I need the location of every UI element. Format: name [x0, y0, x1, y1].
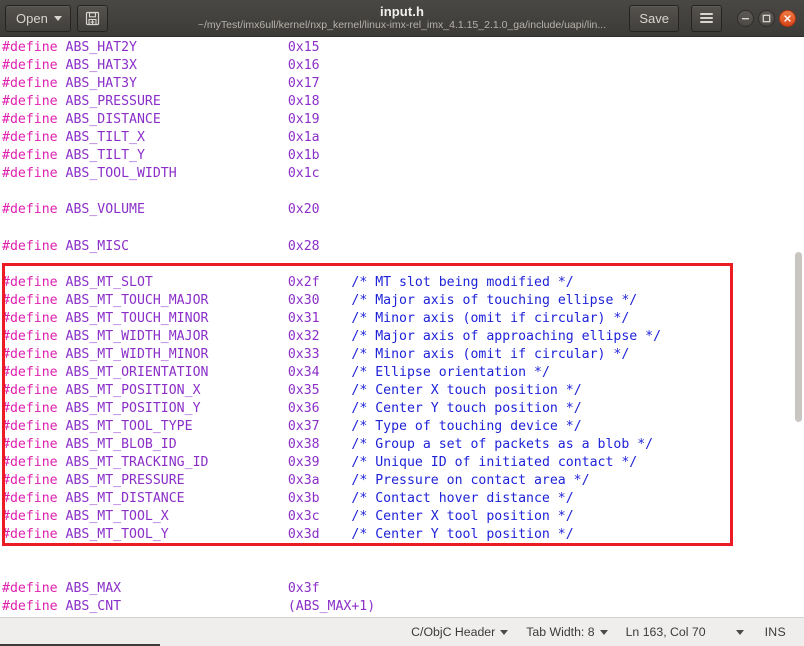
- code-line: #define ABS_MT_WIDTH_MINOR 0x33 /* Minor…: [2, 346, 630, 362]
- code-line: #define ABS_MT_TOOL_X 0x3c /* Center X t…: [2, 509, 574, 525]
- gedit-window: Open input.h ~/myTest/imx6ull/kernel/nxp…: [0, 0, 804, 646]
- save-as-button[interactable]: [76, 4, 108, 32]
- cursor-position-label: Ln 163, Col 70: [625, 625, 706, 639]
- chevron-down-icon: [735, 629, 744, 635]
- code-line: #define ABS_MT_TOUCH_MAJOR 0x30 /* Major…: [2, 292, 638, 308]
- code-line: #define ABS_MT_TRACKING_ID 0x39 /* Uniqu…: [2, 455, 638, 471]
- language-selector[interactable]: C/ObjC Header: [402, 618, 517, 646]
- close-button[interactable]: [779, 9, 796, 27]
- code-line: #define ABS_HAT2Y 0x15: [2, 40, 320, 55]
- open-button[interactable]: Open: [5, 4, 71, 32]
- code-line: #define ABS_MT_PRESSURE 0x3a /* Pressure…: [2, 473, 590, 489]
- code-line: #define ABS_HAT3Y 0x17: [2, 76, 320, 92]
- chevron-down-icon: [500, 629, 509, 635]
- code-line: #define ABS_DISTANCE 0x19: [2, 112, 320, 128]
- code-line: #define ABS_MAX 0x3f: [2, 581, 320, 597]
- code-line: #define ABS_MT_SLOT 0x2f /* MT slot bein…: [2, 274, 574, 290]
- close-icon: [784, 14, 791, 22]
- insert-mode-label: INS: [764, 625, 786, 639]
- tab-width-selector[interactable]: Tab Width: 8: [517, 618, 616, 646]
- statusbar: C/ObjC Header Tab Width: 8 Ln 163, Col 7…: [0, 617, 804, 646]
- code-line: #define ABS_PRESSURE 0x18: [2, 94, 320, 110]
- code-line: #define ABS_CNT (ABS_MAX+1): [2, 599, 376, 615]
- code-line: #define ABS_MT_BLOB_ID 0x38 /* Group a s…: [2, 437, 654, 453]
- open-button-label: Open: [16, 10, 48, 26]
- code-line: #define ABS_MT_TOUCH_MINOR 0x31 /* Minor…: [2, 310, 630, 326]
- maximize-button[interactable]: [758, 9, 775, 27]
- code-line: #define ABS_MT_WIDTH_MAJOR 0x32 /* Major…: [2, 328, 662, 344]
- code-line: #define ABS_VOLUME 0x20: [2, 202, 320, 218]
- code-line: #define ABS_MT_TOOL_Y 0x3d /* Center Y t…: [2, 527, 574, 543]
- scrollbar-thumb[interactable]: [795, 252, 802, 422]
- tab-width-label: Tab Width: 8: [526, 625, 595, 639]
- code-line: #define ABS_TILT_Y 0x1b: [2, 148, 320, 164]
- chevron-down-icon: [599, 629, 608, 635]
- chevron-down-icon: [53, 15, 62, 21]
- save-button-label: Save: [639, 10, 669, 26]
- code-line: #define ABS_MT_POSITION_Y 0x36 /* Center…: [2, 400, 582, 416]
- titlebar: Open input.h ~/myTest/imx6ull/kernel/nxp…: [0, 0, 804, 37]
- maximize-icon: [762, 14, 771, 22]
- save-button[interactable]: Save: [629, 4, 679, 32]
- source-code-view[interactable]: #define ABS_HAT2Y 0x15 #define ABS_HAT3X …: [0, 37, 804, 617]
- code-line: #define ABS_MT_TOOL_TYPE 0x37 /* Type of…: [2, 418, 582, 434]
- save-as-icon: [85, 11, 99, 25]
- code-line: #define ABS_MT_DISTANCE 0x3b /* Contact …: [2, 491, 574, 507]
- code-line: #define ABS_TILT_X 0x1a: [2, 130, 320, 146]
- document-path: ~/myTest/imx6ull/kernel/nxp_kernel/linux…: [197, 19, 607, 31]
- minimize-icon: [742, 17, 749, 19]
- minimize-button[interactable]: [737, 9, 754, 27]
- insert-mode-indicator[interactable]: INS: [753, 618, 794, 646]
- document-title: input.h: [379, 4, 425, 19]
- menu-button[interactable]: [691, 4, 722, 32]
- window-controls: [737, 9, 796, 27]
- language-label: C/ObjC Header: [411, 625, 496, 639]
- vertical-scrollbar[interactable]: [793, 37, 804, 617]
- hamburger-menu-icon: [700, 13, 713, 23]
- titlebar-right-group: Save: [629, 4, 799, 32]
- editor-area[interactable]: #define ABS_HAT2Y 0x15 #define ABS_HAT3X …: [0, 37, 804, 617]
- code-line: #define ABS_MT_ORIENTATION 0x34 /* Ellip…: [2, 364, 550, 380]
- code-line: #define ABS_HAT3X 0x16: [2, 58, 320, 74]
- code-line: #define ABS_TOOL_WIDTH 0x1c: [2, 166, 320, 182]
- code-line: #define ABS_MISC 0x28: [2, 238, 320, 254]
- cursor-position-selector[interactable]: Ln 163, Col 70: [617, 618, 753, 646]
- code-line: #define ABS_MT_POSITION_X 0x35 /* Center…: [2, 382, 582, 398]
